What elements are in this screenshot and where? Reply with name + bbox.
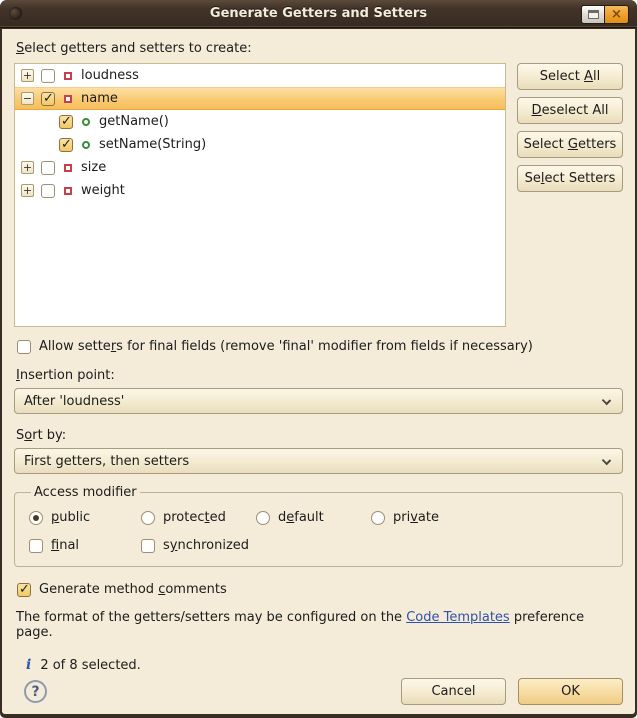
- insertion-point-value: After 'loudness': [24, 394, 124, 409]
- tree-caption: Select getters and setters to create:: [16, 41, 623, 56]
- radio-public[interactable]: public: [29, 510, 141, 525]
- getter-setter-tree: + loudness − name getName(): [14, 63, 506, 327]
- select-setters-button[interactable]: Select Setters: [517, 165, 623, 192]
- radio-private-label: private: [393, 510, 439, 525]
- checkbox-icon[interactable]: [141, 539, 155, 553]
- expand-icon[interactable]: +: [21, 184, 34, 197]
- dialog-body: Select getters and setters to create: + …: [2, 29, 635, 714]
- ok-button[interactable]: OK: [518, 678, 623, 705]
- radio-protected[interactable]: protected: [141, 510, 256, 525]
- tree-row-label: size: [81, 160, 106, 175]
- tree-row-getname[interactable]: getName(): [15, 110, 505, 133]
- row-checkbox[interactable]: [41, 92, 55, 106]
- sort-by-select[interactable]: First getters, then setters: [14, 448, 623, 474]
- titlebar[interactable]: Generate Getters and Setters ×: [0, 0, 637, 28]
- help-button[interactable]: ?: [24, 680, 47, 703]
- code-templates-link[interactable]: Code Templates: [406, 610, 510, 625]
- radio-default[interactable]: default: [256, 510, 371, 525]
- tree-row-loudness[interactable]: + loudness: [15, 64, 505, 87]
- radio-public-label: public: [51, 510, 90, 525]
- radio-private[interactable]: private: [371, 510, 608, 525]
- row-checkbox[interactable]: [59, 138, 73, 152]
- close-icon: ×: [611, 8, 622, 21]
- sort-by-label: Sort by:: [16, 428, 623, 443]
- radio-icon[interactable]: [141, 511, 155, 525]
- status-row: i 2 of 8 selected.: [26, 657, 623, 673]
- checkbox-synchronized[interactable]: synchronized: [141, 538, 256, 553]
- maximize-button[interactable]: [581, 5, 605, 24]
- chevron-down-icon: [602, 396, 611, 405]
- status-text: 2 of 8 selected.: [40, 658, 140, 673]
- row-checkbox[interactable]: [41, 184, 55, 198]
- checkbox-final[interactable]: final: [29, 538, 141, 553]
- tree-row-label: setName(String): [99, 137, 206, 152]
- insertion-point-label: Insertion point:: [16, 368, 623, 383]
- row-checkbox[interactable]: [41, 69, 55, 83]
- insertion-point-select[interactable]: After 'loudness': [14, 388, 623, 414]
- tree-row-size[interactable]: + size: [15, 156, 505, 179]
- tree-row-label: weight: [81, 183, 125, 198]
- generate-getters-setters-dialog: Generate Getters and Setters × Select ge…: [0, 0, 637, 718]
- field-icon: [64, 164, 72, 172]
- access-modifier-legend: Access modifier: [31, 485, 140, 500]
- method-icon: [82, 141, 90, 149]
- window-title: Generate Getters and Setters: [0, 6, 637, 21]
- expand-icon[interactable]: +: [21, 69, 34, 82]
- sort-by-value: First getters, then setters: [24, 454, 189, 469]
- generate-comments-checkbox[interactable]: [17, 583, 31, 597]
- access-modifier-group: Access modifier public protected default…: [14, 485, 623, 567]
- chevron-down-icon: [602, 456, 611, 465]
- checkbox-icon[interactable]: [29, 539, 43, 553]
- field-icon: [64, 187, 72, 195]
- button-bar: ? Cancel OK: [14, 678, 623, 705]
- tree-row-label: name: [81, 91, 118, 106]
- checkbox-final-label: final: [51, 538, 79, 553]
- row-checkbox[interactable]: [59, 115, 73, 129]
- radio-default-label: default: [278, 510, 324, 525]
- allow-setters-checkbox[interactable]: [17, 340, 31, 354]
- deselect-all-button[interactable]: Deselect All: [517, 97, 623, 124]
- allow-setters-label: Allow setters for final fields (remove '…: [39, 339, 533, 354]
- radio-protected-label: protected: [163, 510, 226, 525]
- field-icon: [64, 72, 72, 80]
- generate-comments-label: Generate method comments: [39, 582, 227, 597]
- method-icon: [82, 118, 90, 126]
- info-icon: i: [26, 657, 31, 673]
- tree-row-label: getName(): [99, 114, 169, 129]
- checkbox-synchronized-label: synchronized: [163, 538, 249, 553]
- tree-row-setname[interactable]: setName(String): [15, 133, 505, 156]
- field-icon: [64, 95, 72, 103]
- close-button[interactable]: ×: [605, 5, 629, 24]
- radio-icon[interactable]: [29, 511, 43, 525]
- tree-row-label: loudness: [81, 68, 139, 83]
- radio-icon[interactable]: [371, 511, 385, 525]
- cancel-button[interactable]: Cancel: [401, 678, 506, 705]
- expand-icon[interactable]: +: [21, 161, 34, 174]
- row-checkbox[interactable]: [41, 161, 55, 175]
- tree-row-name[interactable]: − name: [15, 87, 505, 110]
- collapse-icon[interactable]: −: [21, 92, 34, 105]
- format-note: The format of the getters/setters may be…: [16, 610, 623, 640]
- radio-icon[interactable]: [256, 511, 270, 525]
- tree-row-weight[interactable]: + weight: [15, 179, 505, 202]
- select-all-button[interactable]: Select All: [517, 63, 623, 90]
- select-getters-button[interactable]: Select Getters: [517, 131, 623, 158]
- maximize-icon: [588, 10, 599, 19]
